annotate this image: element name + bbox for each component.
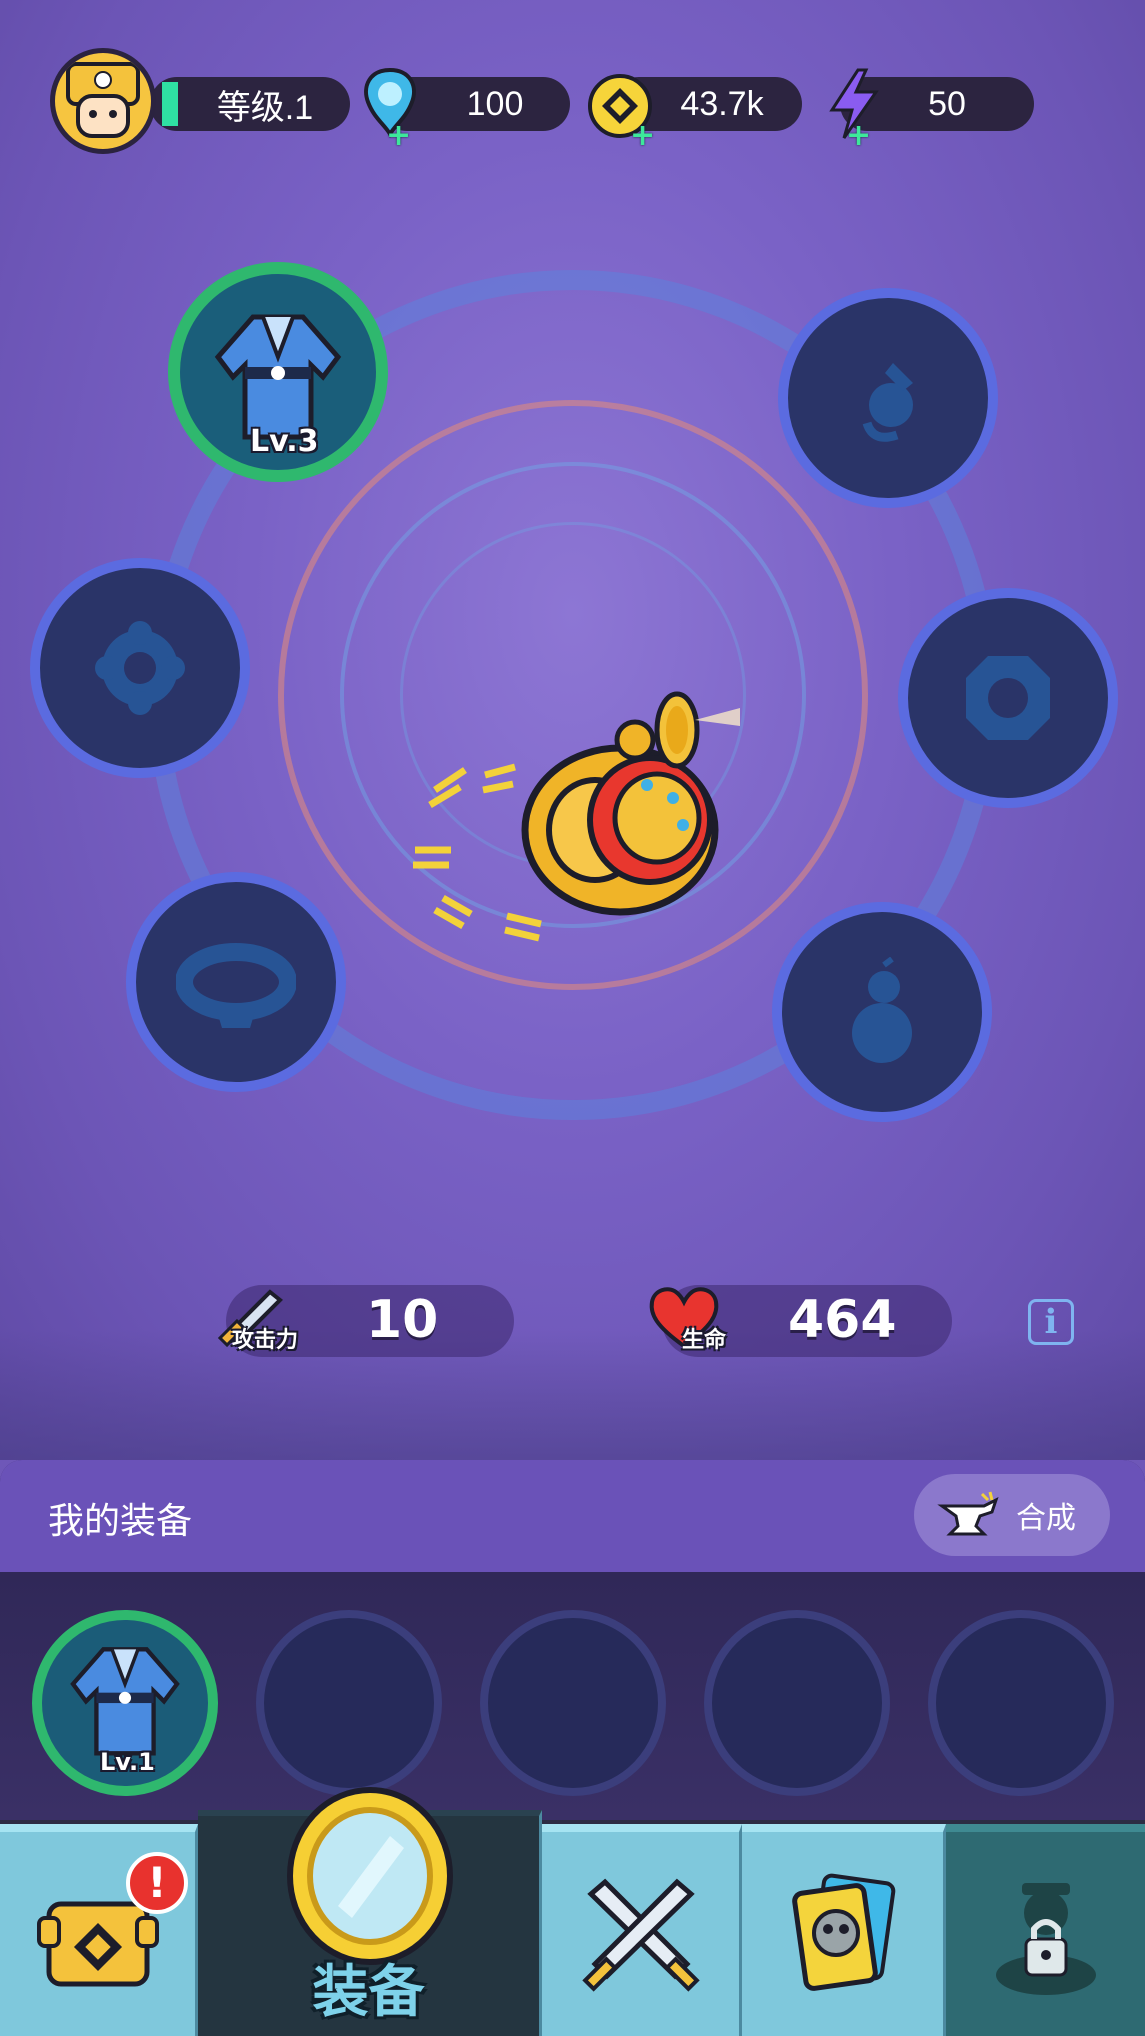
slot-robe[interactable]: Lv.3 [168,262,388,482]
stage-fade [0,1330,1145,1460]
gold-value: 43.7k [680,84,764,123]
robe-level-label: Lv.3 [250,424,319,459]
slot-belt[interactable] [126,872,346,1092]
inventory-slot-robe[interactable]: Lv.1 [32,1610,218,1796]
inventory-slot-empty[interactable] [704,1610,890,1796]
hp-value: 464 [788,1290,897,1350]
tab-shop[interactable]: ! [0,1824,198,2036]
octagon-charm-silhouette-icon [966,656,1050,740]
pendant-silhouette-icon [862,363,913,442]
anvil-icon [937,1491,999,1536]
inventory-robe-level: Lv.1 [100,1748,155,1776]
mirror-icon [287,1787,453,1965]
equipment-panel-header: 我的装备 合成 [0,1460,1145,1572]
level-label: 等级.1 [216,88,314,127]
player-avatar[interactable] [50,48,156,154]
crossed-swords-icon [581,1878,700,1992]
equipment-panel-title: 我的装备 [48,1501,193,1542]
equipment-panel: 我的装备 合成 Lv.1 [0,1460,1145,1820]
tab-cards[interactable] [742,1824,946,2036]
slot-amulet[interactable] [898,588,1118,808]
info-button[interactable]: i [1028,1299,1074,1345]
add-gold-icon[interactable]: + [630,121,655,151]
notification-badge: ! [126,1852,188,1914]
slot-gourd[interactable] [772,902,992,1122]
synthesize-button[interactable]: 合成 [914,1474,1110,1556]
slot-hat[interactable] [30,558,250,778]
slot-ring[interactable] [778,288,998,508]
inventory-slot-empty[interactable] [480,1610,666,1796]
locked-monk-icon [995,1883,1096,1995]
belt-silhouette-icon [176,943,296,1028]
tab-equipment-label: 装备 [312,1960,425,2025]
top-bar: 等级.1 100 + 43.7k + 50 + [0,40,1145,170]
tab-equipment[interactable]: 装备 [198,1787,542,2036]
tab-battle[interactable] [542,1824,742,2036]
inventory-slot-empty[interactable] [256,1610,442,1796]
robe-icon [70,1647,180,1756]
energy-value: 50 [928,84,966,123]
tab-locked[interactable] [946,1824,1145,2036]
attack-label: 攻击力 [232,1328,299,1353]
avatar-face-icon [66,62,140,138]
attack-value: 10 [366,1290,439,1350]
inventory-slot-empty[interactable] [928,1610,1114,1796]
add-gems-icon[interactable]: + [386,121,411,151]
bottom-nav: ! 装备 [0,1787,1145,2036]
level-pill: 等级.1 [150,77,350,131]
hero-character-icon [413,691,740,942]
add-energy-icon[interactable]: + [846,121,871,151]
hp-label: 生命 [682,1328,727,1353]
gems-value: 100 [466,84,524,123]
zombie-cards-icon [791,1873,895,1991]
gourd-silhouette-icon [852,957,912,1063]
level-progress-bar [162,82,178,126]
game-stage: Lv.3 [0,0,1145,1460]
synthesize-label: 合成 [1016,1501,1076,1536]
hat-silhouette-icon [95,621,185,715]
